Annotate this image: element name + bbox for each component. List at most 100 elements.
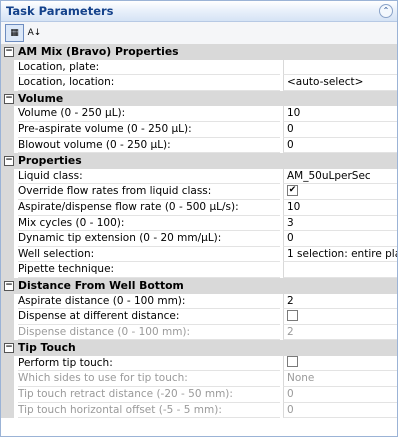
row-gutter (1, 59, 14, 76)
property-checkbox-cell[interactable] (283, 355, 397, 372)
property-label: Location, plate: (18, 60, 280, 76)
property-label: Pre-aspirate volume (0 - 250 µL): (18, 122, 280, 138)
row-gutter (1, 355, 14, 372)
property-label: Aspirate distance (0 - 100 mm): (18, 294, 280, 310)
row-gutter (1, 106, 14, 122)
category-volume[interactable]: − Volume (1, 90, 397, 107)
property-label: Location, location: (18, 75, 280, 91)
property-row: Location, location: <auto-select> (1, 75, 397, 91)
categorized-icon[interactable]: ▦ (5, 24, 24, 42)
property-row: Aspirate distance (0 - 100 mm): 2 (1, 293, 397, 310)
property-label: Perform tip touch: (18, 356, 280, 372)
property-label: Aspirate/dispense flow rate (0 - 500 µL/… (18, 200, 280, 216)
category-title: Volume (18, 91, 64, 105)
property-checkbox-cell[interactable]: ✔ (283, 184, 397, 200)
row-gutter (1, 293, 14, 310)
sort-alphabetical-icon[interactable]: A↓ (25, 24, 44, 42)
checkbox-checked-icon[interactable]: ✔ (287, 184, 298, 196)
property-value[interactable]: 3 (283, 215, 397, 232)
property-row: Aspirate/dispense flow rate (0 - 500 µL/… (1, 199, 397, 216)
property-value: 0 (283, 387, 397, 403)
category-properties[interactable]: − Properties (1, 153, 397, 169)
property-row: Override flow rates from liquid class: ✔ (1, 184, 397, 200)
property-value[interactable] (283, 262, 397, 278)
property-label: Tip touch horizontal offset (-5 - 5 mm): (18, 403, 280, 419)
task-parameters-panel: Task Parameters ⌃ ▦ A↓ − AM Mix (Bravo) P… (0, 0, 398, 437)
property-grid: − AM Mix (Bravo) Properties Location, plat… (1, 44, 397, 419)
property-label: Blowout volume (0 - 250 µL): (18, 138, 280, 154)
collapse-toggle-icon[interactable]: − (4, 280, 14, 291)
row-gutter (1, 309, 14, 325)
property-value[interactable]: 2 (283, 293, 397, 310)
category-title: Properties (18, 154, 82, 168)
property-label: Mix cycles (0 - 100): (18, 216, 280, 232)
row-gutter (1, 75, 14, 91)
row-gutter (1, 371, 14, 388)
category-title: Distance From Well Bottom (18, 278, 184, 292)
property-value[interactable]: 0 (283, 231, 397, 247)
property-value: 0 (283, 402, 397, 419)
property-label: Tip touch retract distance (-20 - 50 mm)… (18, 387, 280, 403)
property-value[interactable]: 10 (283, 106, 397, 122)
property-value[interactable]: 0 (283, 121, 397, 138)
property-value[interactable]: 0 (283, 137, 397, 154)
property-row: Volume (0 - 250 µL): 10 (1, 106, 397, 122)
property-row: Tip touch retract distance (-20 - 50 mm)… (1, 387, 397, 403)
property-row: Which sides to use for tip touch: None (1, 371, 397, 388)
property-value[interactable]: <auto-select> (283, 75, 397, 91)
property-label: Volume (0 - 250 µL): (18, 106, 280, 122)
row-gutter (1, 262, 14, 278)
collapse-toggle-icon[interactable]: − (4, 343, 14, 354)
row-gutter (1, 231, 14, 247)
row-gutter (1, 246, 14, 263)
property-row: Mix cycles (0 - 100): 3 (1, 215, 397, 232)
property-row: Tip touch horizontal offset (-5 - 5 mm):… (1, 402, 397, 419)
property-value[interactable] (283, 59, 397, 76)
category-title: AM Mix (Bravo) Properties (18, 45, 179, 58)
row-gutter (1, 402, 14, 419)
property-label: Override flow rates from liquid class: (18, 184, 280, 200)
double-chevron-up-icon[interactable]: ⌃ (379, 4, 393, 18)
property-label: Dynamic tip extension (0 - 20 mm/µL): (18, 231, 280, 247)
property-row: Liquid class: AM_50uLperSec (1, 168, 397, 185)
property-row: Perform tip touch: (1, 355, 397, 372)
row-gutter (1, 199, 14, 216)
row-gutter (1, 184, 14, 200)
property-row: Pre-aspirate volume (0 - 250 µL): 0 (1, 121, 397, 138)
row-gutter (1, 168, 14, 185)
category-tip-touch[interactable]: − Tip Touch (1, 340, 397, 356)
property-grid-toolbar: ▦ A↓ (1, 22, 397, 45)
property-row: Well selection:1 selection: entire plate (1, 246, 397, 263)
property-value[interactable]: 1 selection: entire plate (283, 246, 397, 263)
category-am-mix-bravo-properties[interactable]: − AM Mix (Bravo) Properties (1, 44, 397, 60)
row-gutter (1, 137, 14, 154)
property-row: Dispense distance (0 - 100 mm): 2 (1, 324, 397, 341)
property-label: Well selection: (18, 247, 280, 263)
property-row: Location, plate: (1, 59, 397, 76)
checkbox-unchecked-icon[interactable] (287, 356, 298, 368)
panel-header: Task Parameters ⌃ (1, 1, 397, 22)
collapse-toggle-icon[interactable]: − (4, 156, 14, 167)
property-value[interactable]: AM_50uLperSec (283, 168, 397, 185)
property-checkbox-cell[interactable] (283, 309, 397, 325)
row-gutter (1, 215, 14, 232)
property-value: None (283, 371, 397, 388)
row-gutter (1, 387, 14, 403)
property-row: Dispense at different distance: (1, 309, 397, 325)
checkbox-unchecked-icon[interactable] (287, 309, 298, 321)
property-label: Which sides to use for tip touch: (18, 371, 280, 388)
property-value[interactable]: 10 (283, 199, 397, 216)
property-row: Pipette technique: (1, 262, 397, 278)
collapse-toggle-icon[interactable]: − (4, 47, 14, 57)
property-value: 2 (283, 324, 397, 341)
collapse-toggle-icon[interactable]: − (4, 93, 14, 104)
row-gutter (1, 121, 14, 138)
property-label: Liquid class: (18, 169, 280, 185)
row-gutter (1, 324, 14, 341)
category-distance-from-well-bottom[interactable]: − Distance From Well Bottom (1, 277, 397, 294)
property-label: Dispense distance (0 - 100 mm): (18, 325, 280, 341)
category-title: Tip Touch (18, 341, 76, 355)
property-row: Blowout volume (0 - 250 µL): 0 (1, 137, 397, 154)
property-label: Dispense at different distance: (18, 309, 280, 325)
property-row: Dynamic tip extension (0 - 20 mm/µL): 0 (1, 231, 397, 247)
